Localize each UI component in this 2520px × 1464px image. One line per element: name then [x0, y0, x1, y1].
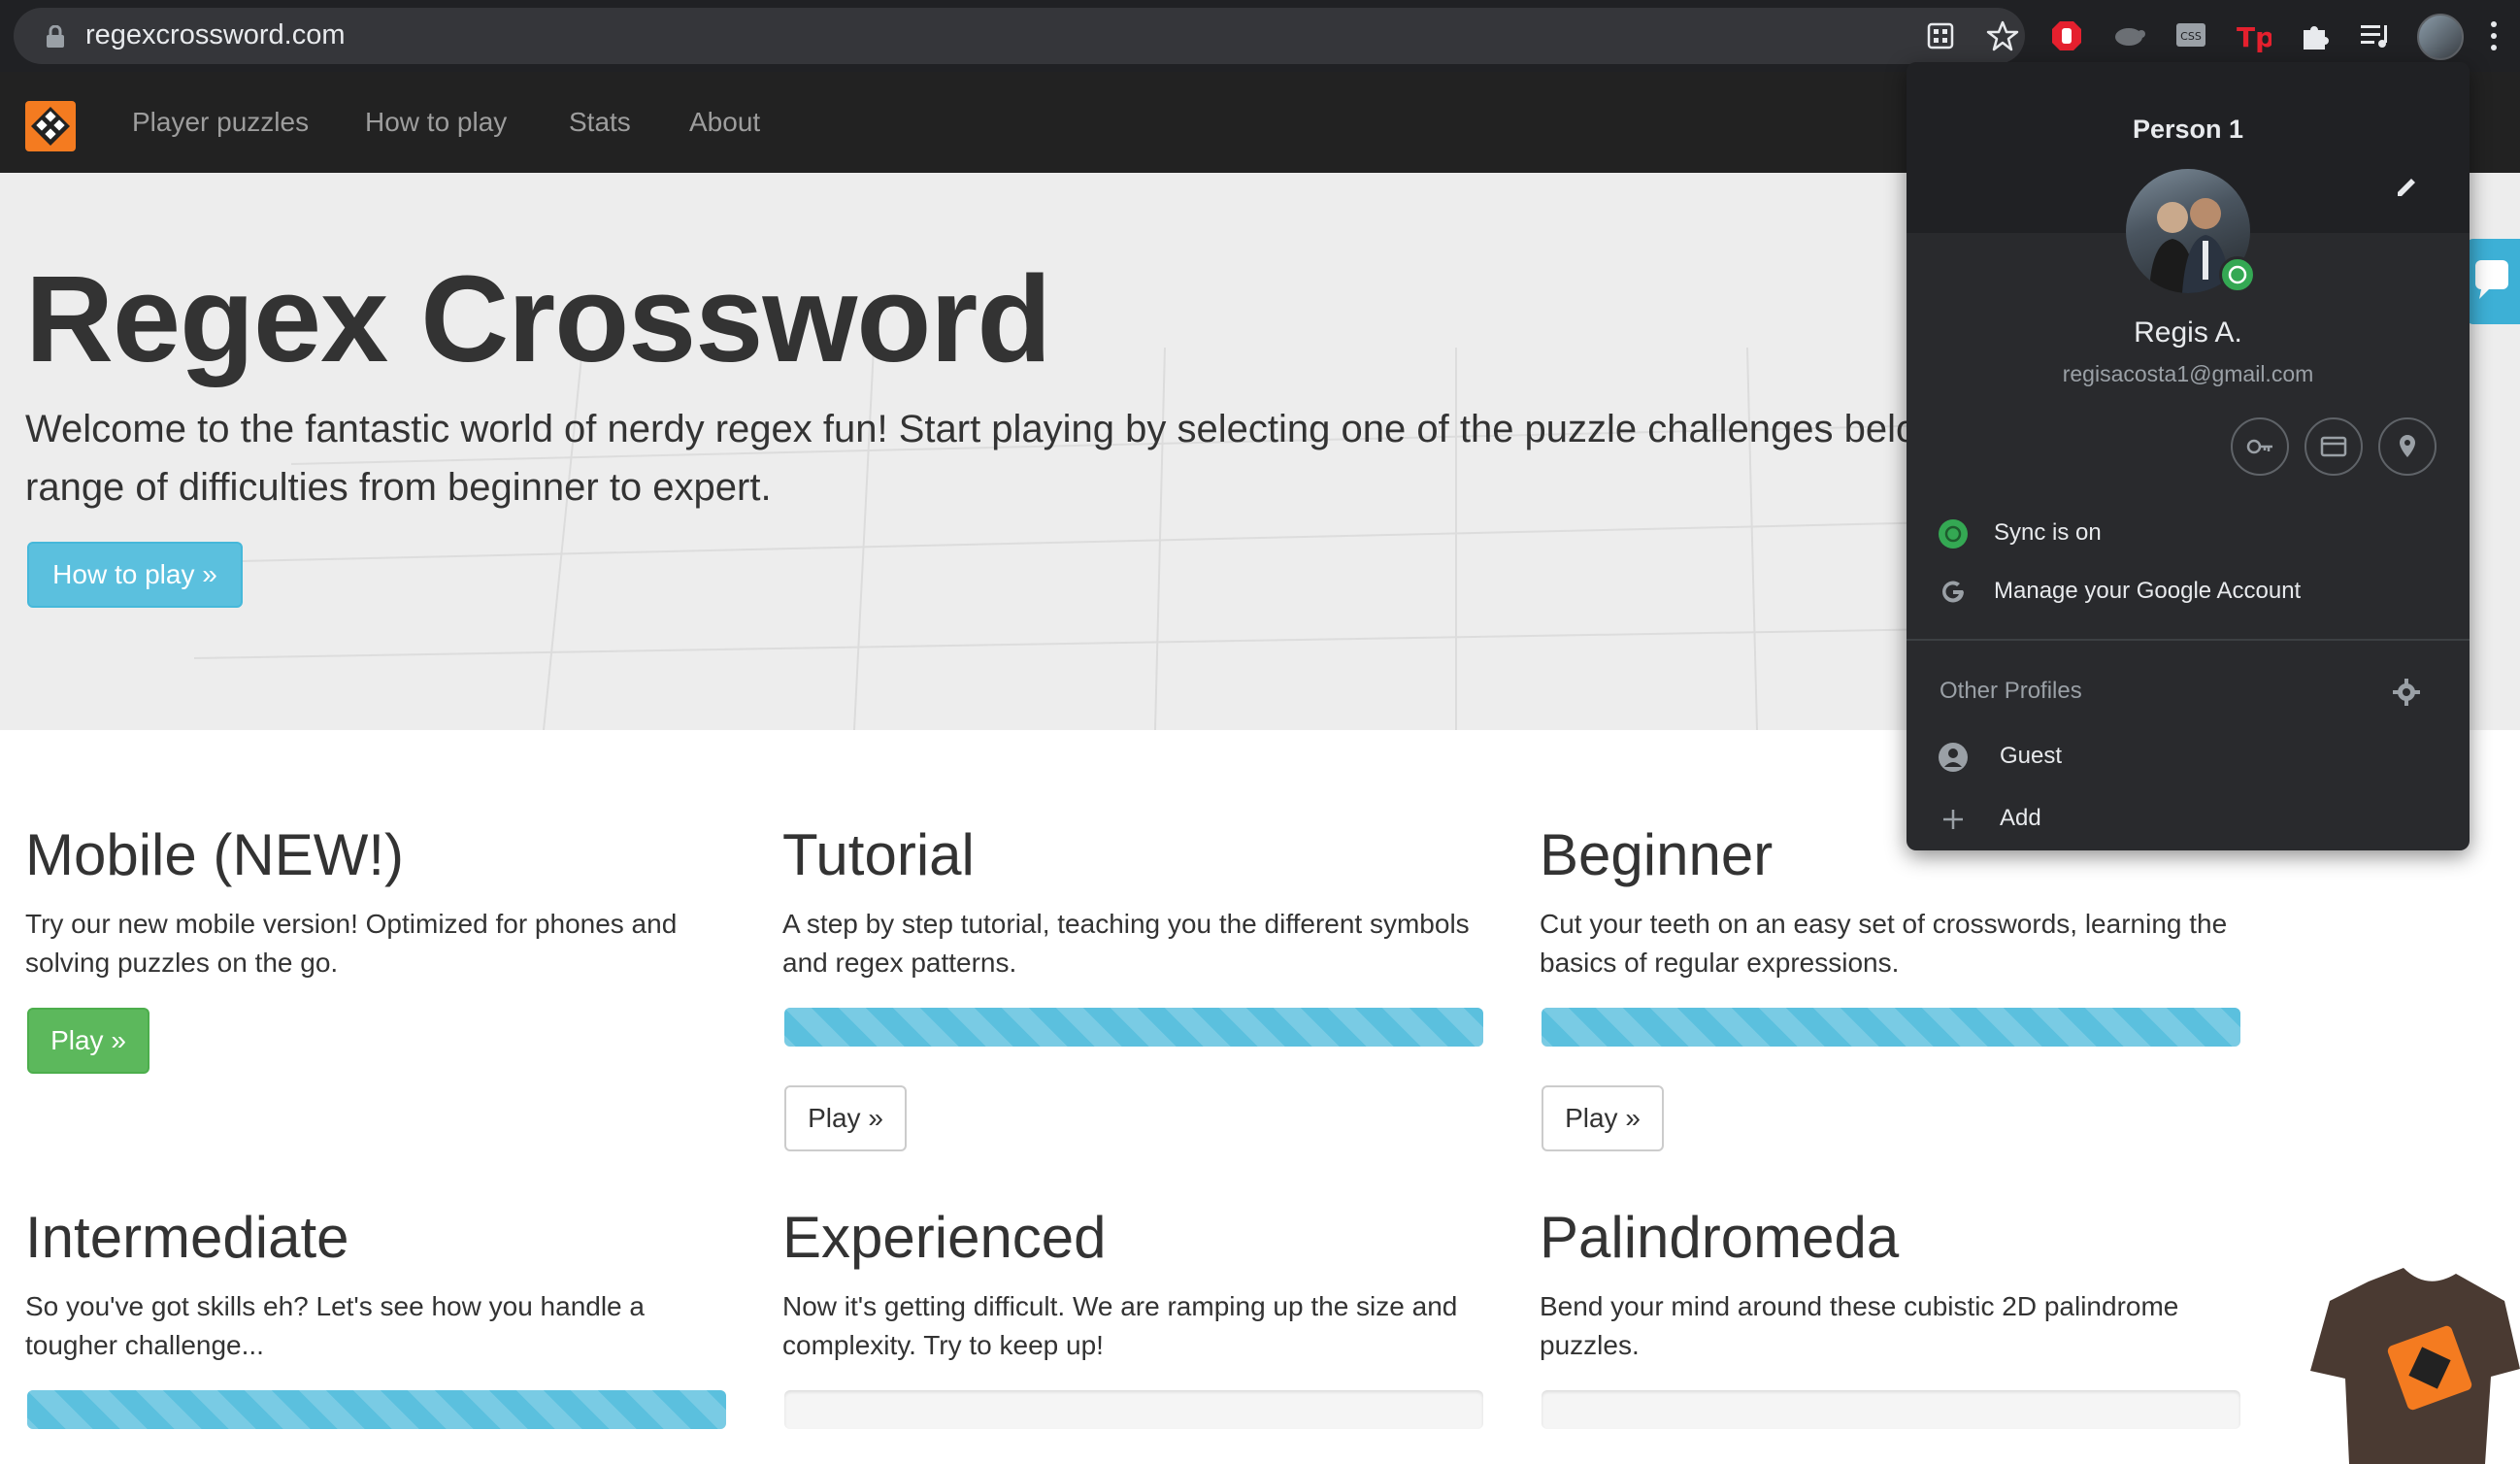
tp-extension-icon[interactable]: Tp: [2235, 17, 2271, 54]
hero-description: Welcome to the fantastic world of nerdy …: [25, 400, 1947, 516]
mobile-play-button[interactable]: Play »: [27, 1008, 149, 1074]
hero-lead-line-2: range of difficulties from beginner to e…: [25, 466, 772, 509]
card-title: Tutorial: [782, 822, 975, 887]
card-title: Intermediate: [25, 1205, 349, 1270]
location-pin-icon: [2400, 435, 2415, 457]
lock-icon[interactable]: [45, 25, 66, 49]
sync-icon: [1939, 519, 1968, 549]
beginner-play-button[interactable]: Play »: [1542, 1085, 1664, 1151]
how-to-play-button[interactable]: How to play »: [27, 542, 243, 608]
guest-profile-row[interactable]: Guest: [1907, 730, 2470, 784]
manage-account-row[interactable]: Manage your Google Account: [1907, 565, 2470, 619]
puzzle-extensions-icon[interactable]: [2297, 17, 2334, 54]
payment-methods-button[interactable]: [2304, 417, 2363, 476]
site-logo[interactable]: [25, 101, 76, 151]
guest-label: Guest: [2000, 743, 2063, 769]
add-profile-row[interactable]: Add: [1907, 792, 2470, 847]
tutorial-progress-bar: [784, 1008, 1483, 1047]
passwords-button[interactable]: [2231, 417, 2289, 476]
more-menu-icon[interactable]: [2489, 17, 2499, 54]
card-title: Experienced: [782, 1205, 1107, 1270]
manage-account-label: Manage your Google Account: [1994, 578, 2302, 604]
other-profiles-heading: Other Profiles: [1940, 678, 2082, 704]
profile-menu: Person 1 Regis A. regisacosta1@gmail.com…: [1907, 62, 2470, 850]
profile-name: Regis A.: [2134, 316, 2242, 349]
adblock-icon[interactable]: [2048, 17, 2085, 54]
nav-about[interactable]: About: [689, 107, 760, 138]
guest-account-icon: [1939, 743, 1968, 772]
intermediate-progress-bar: [27, 1390, 726, 1429]
browser-toolbar: regexcrossword.com CSS Tp: [0, 0, 2520, 72]
profile-header-title: Person 1: [2132, 115, 2244, 144]
url-text[interactable]: regexcrossword.com: [85, 19, 346, 51]
addresses-button[interactable]: [2378, 417, 2437, 476]
edit-pencil-icon[interactable]: [2394, 173, 2421, 200]
profile-avatar-button[interactable]: [2417, 14, 2464, 60]
media-queue-icon[interactable]: [2357, 17, 2394, 54]
card-text: Try our new mobile version! Optimized fo…: [25, 909, 678, 978]
card-title: Beginner: [1540, 822, 1774, 887]
card-title: Palindromeda: [1540, 1205, 1900, 1270]
beginner-progress-bar: [1542, 1008, 2240, 1047]
svg-text:Tp: Tp: [2237, 21, 2271, 52]
card-text: Bend your mind around these cubistic 2D …: [1540, 1291, 2179, 1360]
page-title: Regex Crossword: [25, 250, 1051, 387]
palindromeda-progress-bar: [1542, 1390, 2240, 1429]
card-text: A step by step tutorial, teaching you th…: [782, 909, 1470, 978]
nav-player-puzzles[interactable]: Player puzzles: [132, 107, 309, 138]
gear-icon[interactable]: [2392, 678, 2421, 707]
card-text: Now it's getting difficult. We are rampi…: [782, 1291, 1458, 1360]
card-text: Cut your teeth on an easy set of crosswo…: [1540, 909, 2228, 978]
tshirt-promo-image[interactable]: [2310, 1262, 2520, 1464]
sync-label: Sync is on: [1994, 519, 2102, 546]
feedback-icon: [2475, 260, 2508, 299]
menu-divider: [1907, 639, 2470, 641]
sync-badge-icon: [2219, 256, 2256, 293]
sync-status-row[interactable]: Sync is on: [1907, 507, 2470, 561]
apps-grid-icon[interactable]: [1924, 19, 1957, 52]
feedback-widget[interactable]: [2466, 239, 2520, 324]
nav-stats[interactable]: Stats: [569, 107, 631, 138]
progress-fill: [1542, 1008, 2240, 1047]
google-g-icon: [1942, 581, 1964, 603]
progress-fill: [27, 1390, 726, 1429]
progress-fill: [784, 1008, 1483, 1047]
add-label: Add: [2000, 805, 2041, 831]
bookmark-star-icon[interactable]: [1986, 19, 2019, 52]
nav-how-to-play[interactable]: How to play: [365, 107, 507, 138]
profile-email: regisacosta1@gmail.com: [2062, 361, 2314, 386]
css-extension-icon[interactable]: CSS: [2172, 17, 2209, 54]
svg-text:CSS: CSS: [2180, 30, 2202, 43]
hero-lead-line-1: Welcome to the fantastic world of nerdy …: [25, 408, 1946, 450]
tutorial-play-button[interactable]: Play »: [784, 1085, 907, 1151]
add-plus-icon: [1943, 810, 1963, 829]
card-text: So you've got skills eh? Let's see how y…: [25, 1291, 645, 1360]
address-bar[interactable]: regexcrossword.com: [14, 8, 2025, 64]
experienced-progress-bar: [784, 1390, 1483, 1429]
turtle-extension-icon[interactable]: [2110, 17, 2147, 54]
card-title: Mobile (NEW!): [25, 822, 405, 887]
key-icon: [2246, 439, 2272, 454]
credit-card-icon: [2320, 436, 2347, 457]
